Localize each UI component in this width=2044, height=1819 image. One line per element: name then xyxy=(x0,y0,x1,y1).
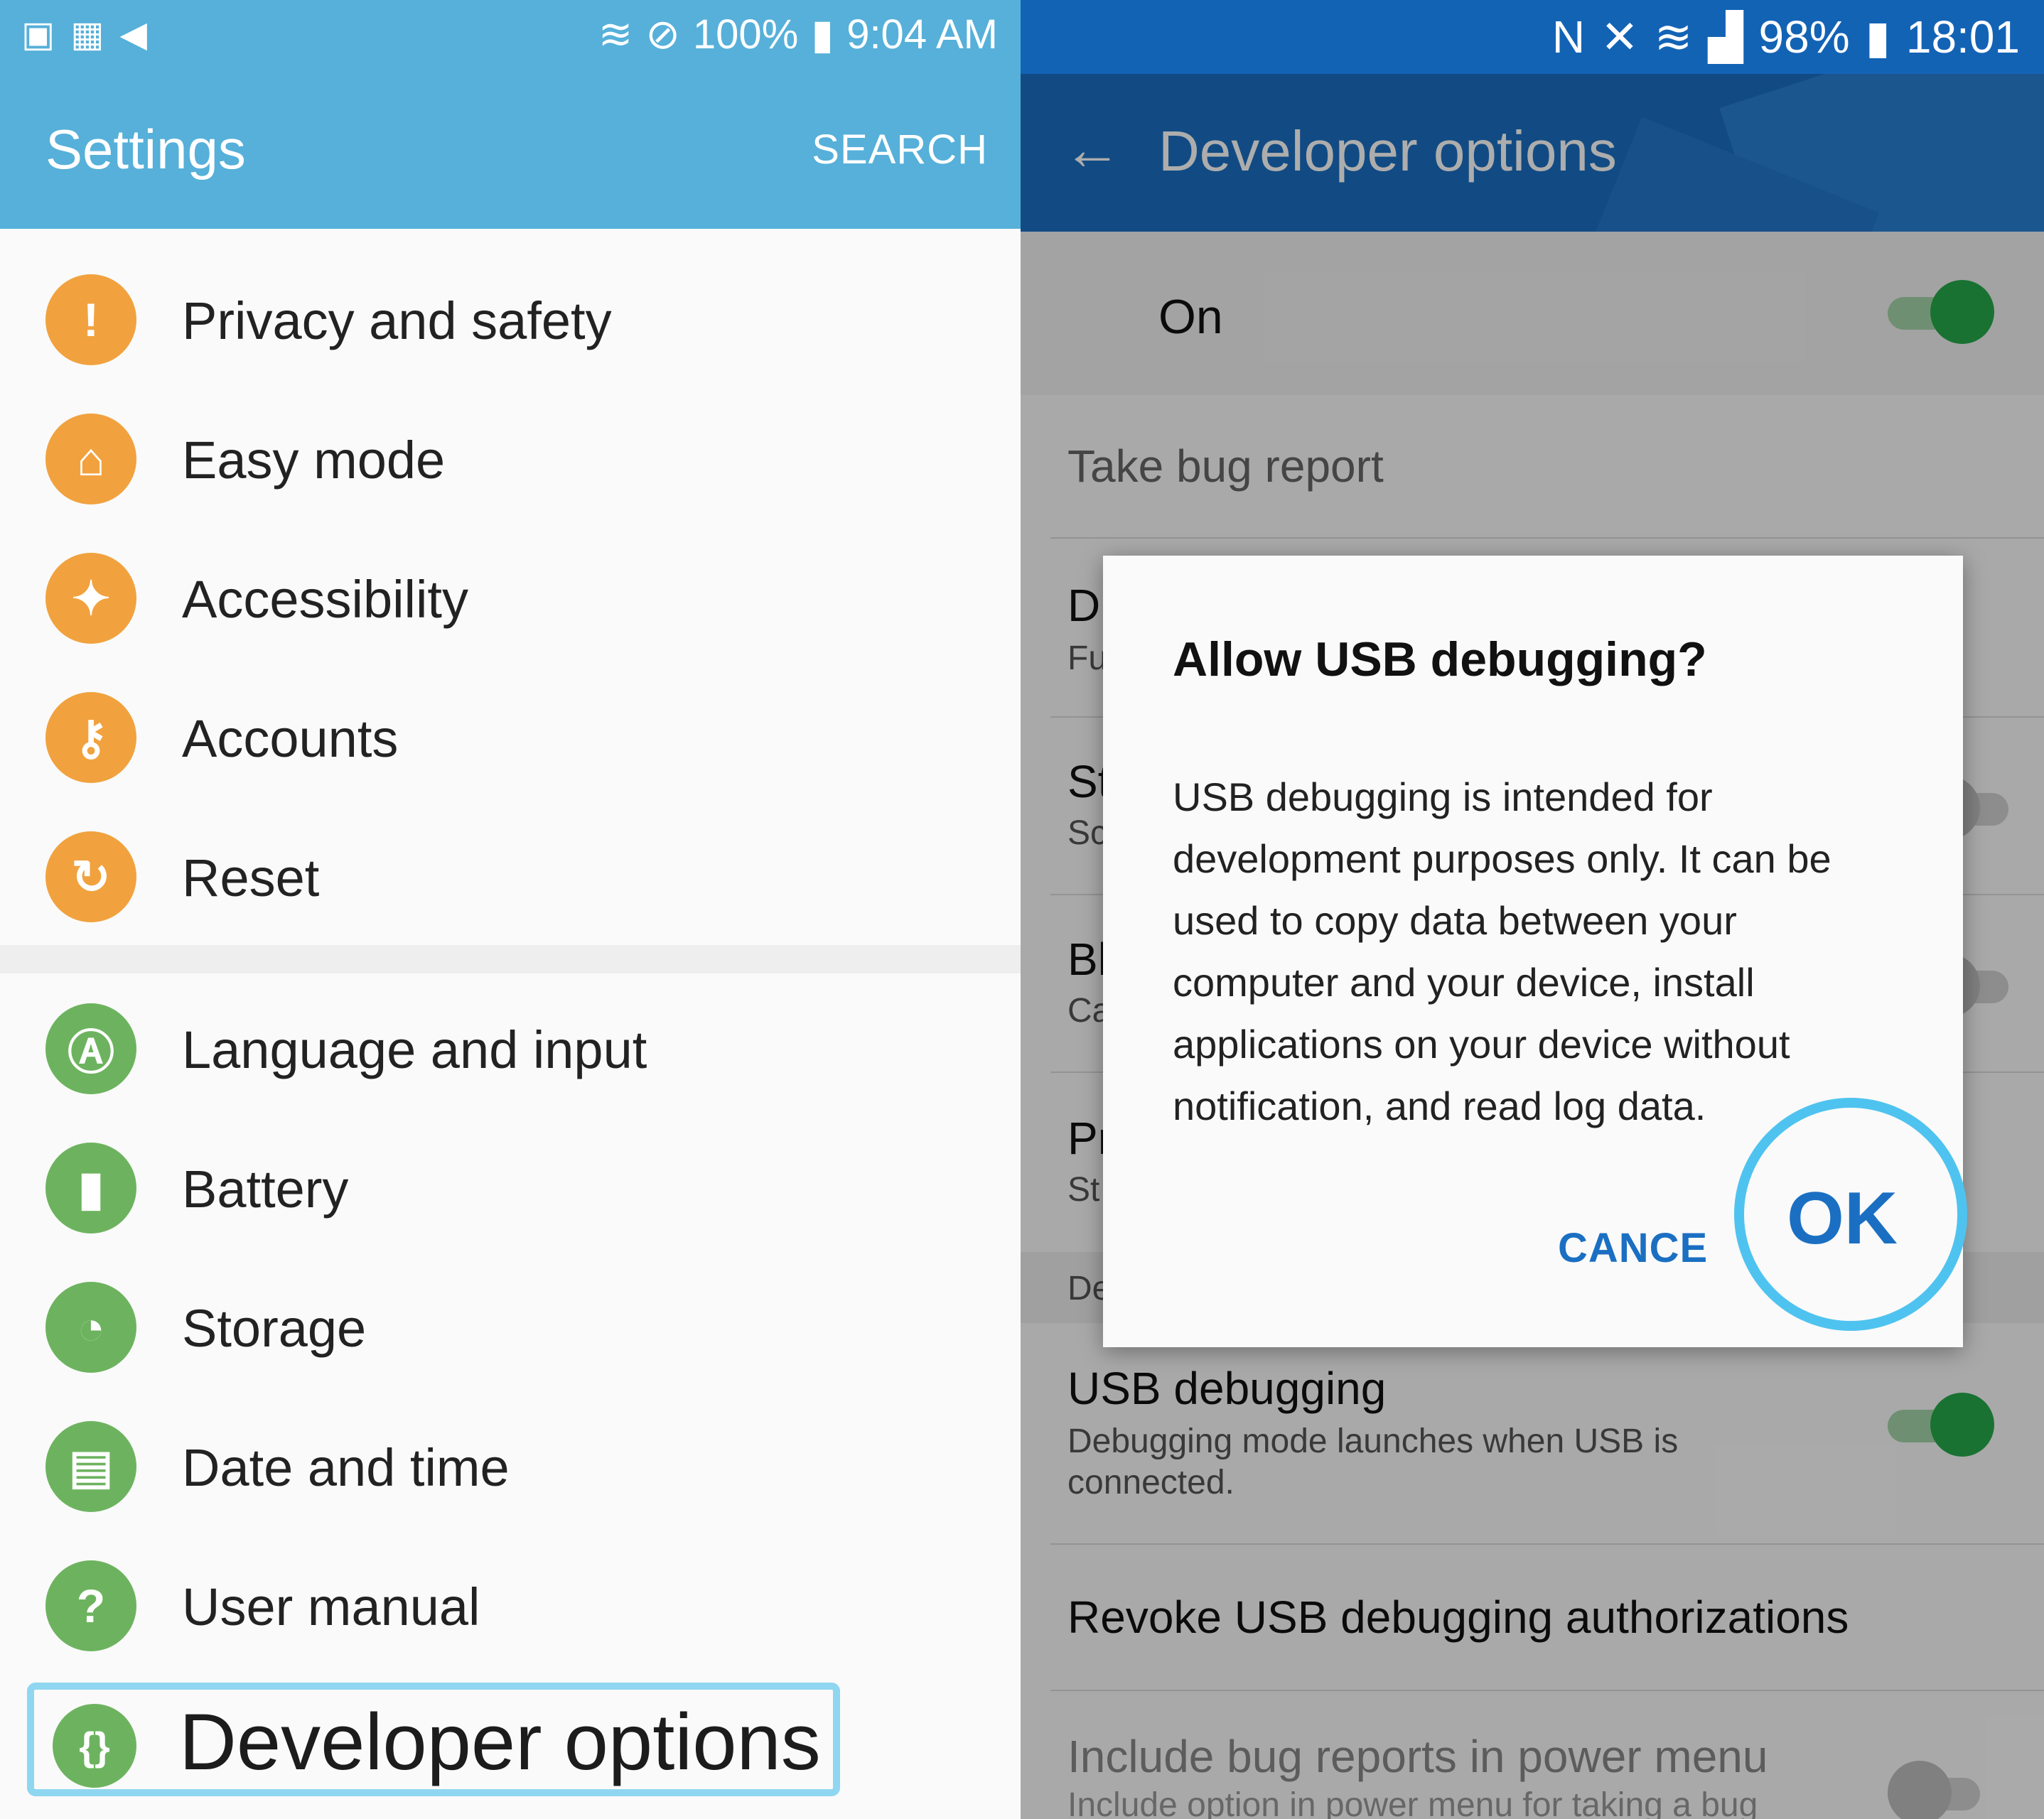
app-bar: Settings SEARCH xyxy=(0,71,1021,229)
settings-item-battery[interactable]: ▮ Battery xyxy=(0,1118,1021,1258)
developer-braces-icon: {} xyxy=(53,1704,136,1788)
battery-icon: ▮ xyxy=(1865,11,1890,63)
ok-button[interactable]: OK xyxy=(1787,1180,1898,1258)
storage-icon: ◔ xyxy=(45,1282,136,1373)
dialog-message: USB debugging is intended for developmen… xyxy=(1173,774,1831,1128)
settings-panel: ▣ ▦ ◀ ≋ ⊘ 100% ▮ 9:04 AM Settings SEARCH… xyxy=(0,0,1021,1819)
section-divider xyxy=(0,945,1021,973)
reset-icon: ↻ xyxy=(45,831,136,922)
settings-item-developer-options[interactable]: {} Developer options xyxy=(27,1683,840,1796)
settings-item-language[interactable]: Ⓐ Language and input xyxy=(0,979,1021,1118)
image-icon: ▣ xyxy=(21,14,55,54)
battery-percent: 100% xyxy=(692,11,799,58)
status-bar: ▣ ▦ ◀ ≋ ⊘ 100% ▮ 9:04 AM xyxy=(0,0,1021,71)
settings-item-easy-mode[interactable]: ⌂ Easy mode xyxy=(0,389,1021,529)
signal-icon: ▟ xyxy=(1708,11,1743,63)
privacy-icon: ! xyxy=(45,274,136,365)
accessibility-icon: ✦ xyxy=(45,553,136,644)
search-button[interactable]: SEARCH xyxy=(812,125,988,175)
clock: 18:01 xyxy=(1905,11,2020,63)
settings-item-date-time[interactable]: ▤ Date and time xyxy=(0,1397,1021,1536)
wifi-icon: ≋ xyxy=(598,11,633,58)
accounts-key-icon: ⚷ xyxy=(45,692,136,783)
do-not-disturb-icon: ⊘ xyxy=(645,11,680,58)
settings-item-accessibility[interactable]: ✦ Accessibility xyxy=(0,529,1021,668)
cancel-button[interactable]: CANCE xyxy=(1558,1224,1708,1273)
settings-item-user-manual[interactable]: ? User manual xyxy=(0,1536,1021,1675)
battery-icon: ▮ xyxy=(811,11,834,58)
settings-item-label: Reset xyxy=(182,848,320,907)
settings-item-label: Privacy and safety xyxy=(182,291,612,350)
settings-item-label: Language and input xyxy=(182,1020,647,1079)
settings-item-label: User manual xyxy=(182,1577,480,1636)
easy-mode-icon: ⌂ xyxy=(45,414,136,504)
settings-item-privacy[interactable]: ! Privacy and safety xyxy=(0,250,1021,389)
battery-icon: ▮ xyxy=(45,1143,136,1234)
battery-percent: 98% xyxy=(1758,11,1850,63)
clock: 9:04 AM xyxy=(846,11,998,58)
settings-item-label: Accounts xyxy=(182,709,399,768)
telegram-icon: ◀ xyxy=(119,14,147,54)
status-bar: N ✕ ≋ ▟ 98% ▮ 18:01 xyxy=(1021,0,2044,74)
calendar-icon: ▦ xyxy=(70,14,104,54)
dialog-title: Allow USB debugging? xyxy=(1173,632,1707,686)
settings-item-reset[interactable]: ↻ Reset xyxy=(0,807,1021,946)
settings-item-storage[interactable]: ◔ Storage xyxy=(0,1258,1021,1397)
settings-item-accounts[interactable]: ⚷ Accounts xyxy=(0,668,1021,807)
settings-item-label: Battery xyxy=(182,1160,349,1219)
settings-item-label: Easy mode xyxy=(182,431,446,490)
settings-item-label: Developer options xyxy=(179,1697,821,1786)
date-time-icon: ▤ xyxy=(45,1421,136,1512)
page-title: Settings xyxy=(45,118,246,180)
wifi-icon: ≋ xyxy=(1654,11,1693,63)
mute-icon: ✕ xyxy=(1601,11,1639,63)
user-manual-icon: ? xyxy=(45,1560,136,1651)
settings-item-label: Accessibility xyxy=(182,570,468,629)
language-icon: Ⓐ xyxy=(45,1003,136,1094)
nfc-icon: N xyxy=(1551,11,1586,63)
developer-options-panel: N ✕ ≋ ▟ 98% ▮ 18:01 ← Developer options … xyxy=(1021,0,2044,1819)
settings-item-label: Storage xyxy=(182,1299,367,1358)
settings-item-label: Date and time xyxy=(182,1438,510,1497)
